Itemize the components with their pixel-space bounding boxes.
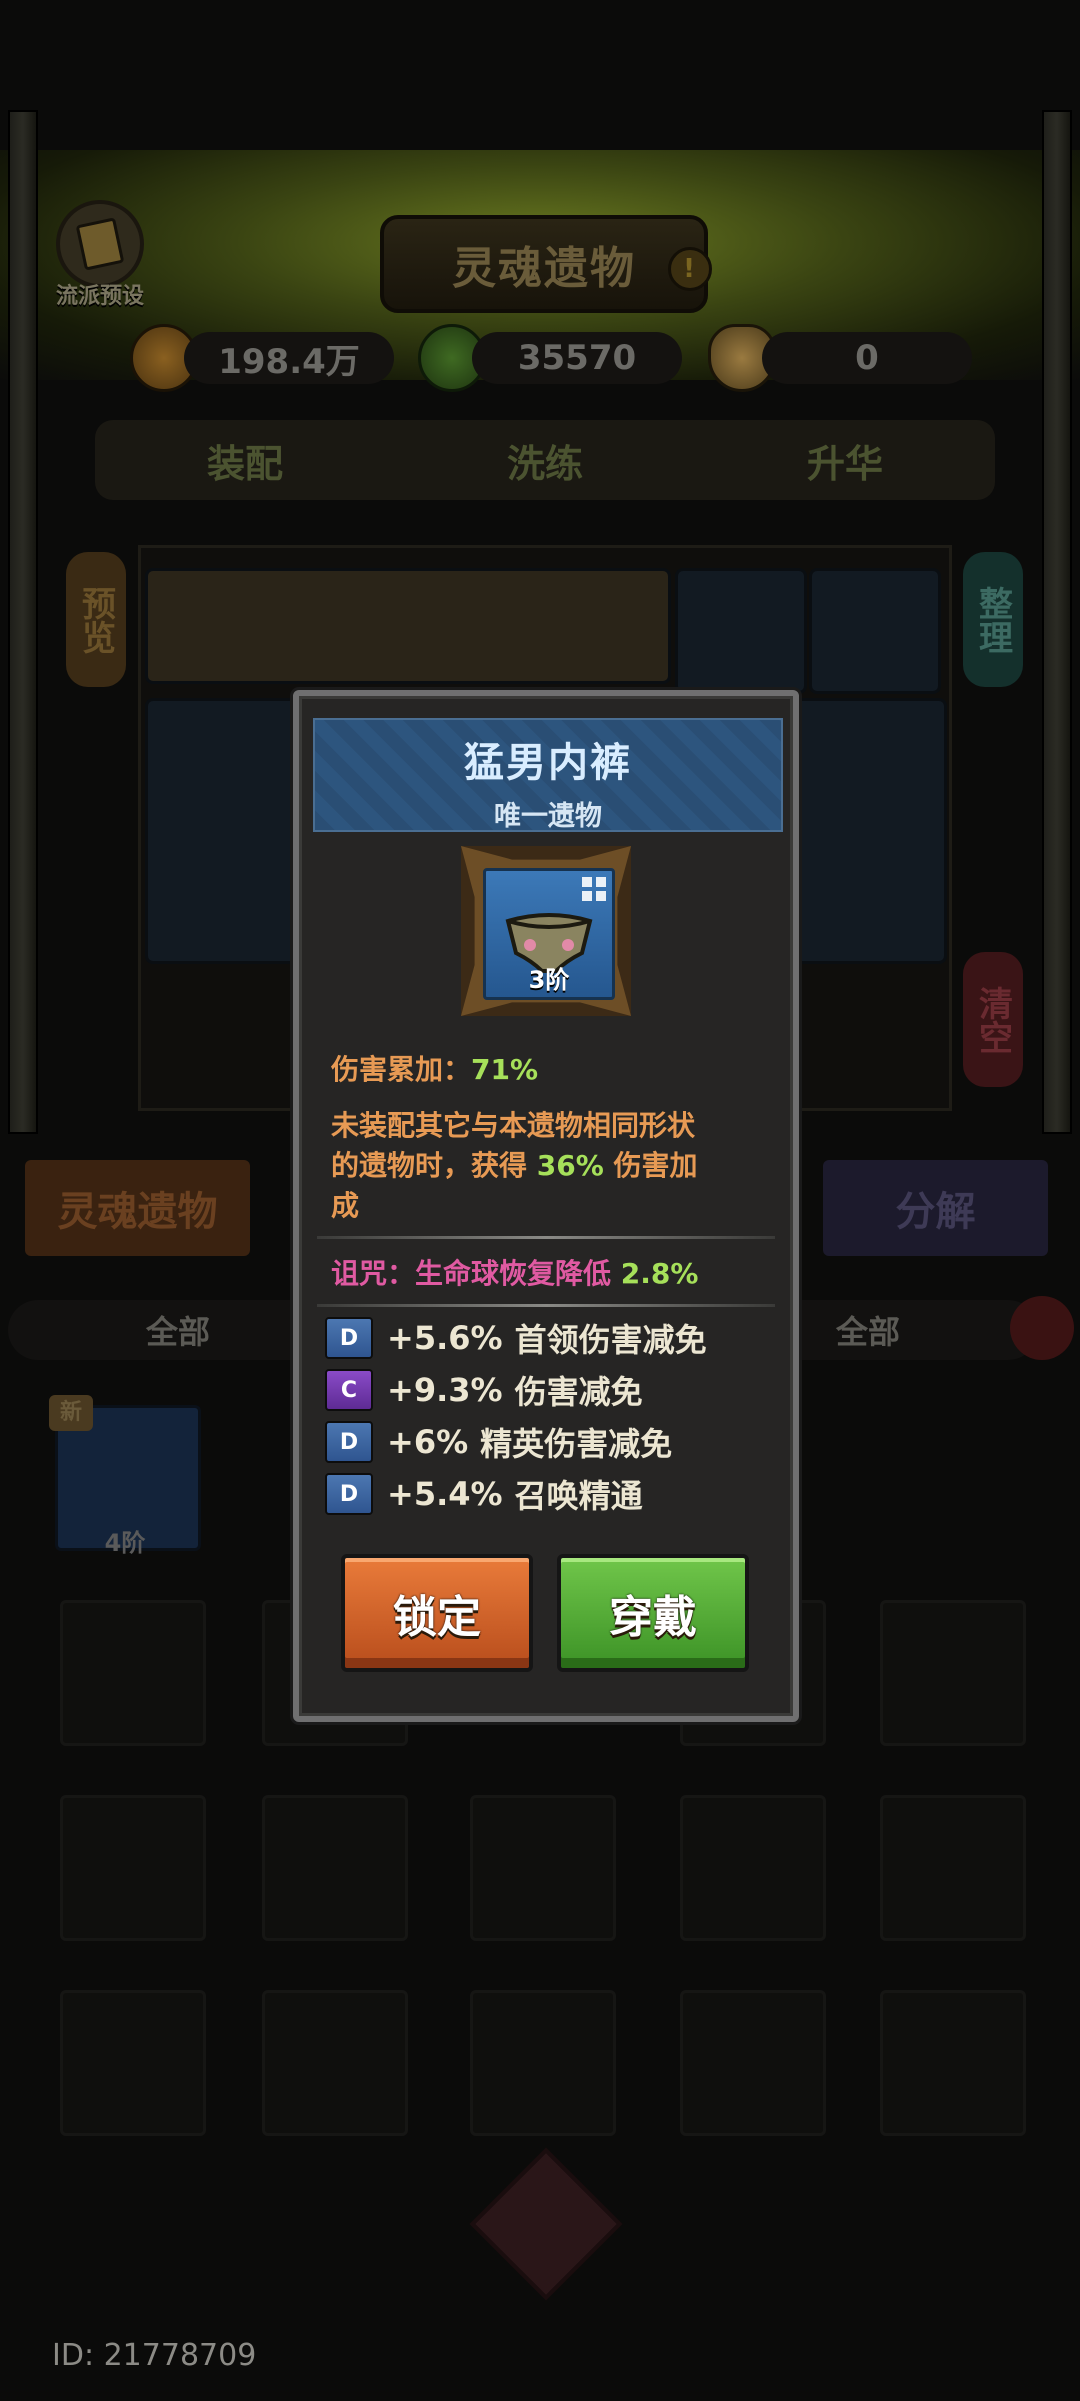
relic-tile: 3阶 bbox=[483, 868, 615, 1000]
divider bbox=[317, 1304, 775, 1307]
grade-badge: D bbox=[325, 1317, 373, 1359]
grade-badge: D bbox=[325, 1473, 373, 1515]
attribute-name: 伤害减免 bbox=[514, 1373, 643, 1411]
effect-desc-line: 的遗物时，获得 36% 伤害加 bbox=[331, 1144, 698, 1184]
effect-desc-text: 的遗物时，获得 bbox=[331, 1149, 537, 1182]
curse-label: 诅咒：生命球恢复降低 bbox=[331, 1257, 621, 1290]
grade-badge: D bbox=[325, 1421, 373, 1463]
relic-rarity: 唯一遗物 bbox=[494, 801, 602, 832]
attribute-value: +5.6% bbox=[387, 1319, 503, 1357]
equip-button[interactable]: 穿戴 bbox=[557, 1554, 749, 1672]
popup-header: 猛男内裤 唯一遗物 bbox=[313, 718, 783, 832]
effect-desc-text: 伤害加 bbox=[603, 1149, 698, 1182]
attribute-name: 首领伤害减免 bbox=[514, 1321, 707, 1359]
damage-stack-line: 伤害累加：71% bbox=[331, 1048, 538, 1088]
relic-name: 猛男内裤 bbox=[464, 740, 632, 786]
attribute-name: 召唤精通 bbox=[514, 1477, 643, 1515]
effect-desc-line: 未装配其它与本遗物相同形状 bbox=[331, 1109, 696, 1142]
attribute-name: 精英伤害减免 bbox=[480, 1425, 673, 1463]
divider bbox=[317, 1236, 775, 1239]
damage-stack-value: 71% bbox=[471, 1053, 539, 1086]
effect-desc-line: 成 bbox=[331, 1189, 360, 1222]
lock-button[interactable]: 锁定 bbox=[341, 1554, 533, 1672]
attribute-row: C +9.3% 伤害减免 bbox=[325, 1369, 643, 1411]
attribute-value: +6% bbox=[387, 1423, 469, 1461]
attribute-row: D +5.6% 首领伤害减免 bbox=[325, 1317, 707, 1359]
grade-badge: C bbox=[325, 1369, 373, 1411]
attribute-value: +9.3% bbox=[387, 1371, 503, 1409]
effect-desc-value: 36% bbox=[536, 1149, 604, 1182]
relic-icon-frame: 3阶 bbox=[461, 846, 631, 1016]
attribute-row: D +6% 精英伤害减免 bbox=[325, 1421, 673, 1463]
relic-detail-popup: 猛男内裤 唯一遗物 3阶 伤害累加：71% 未装配其它与本遗物相同形状 的遗物时… bbox=[293, 690, 799, 1722]
attribute-value: +5.4% bbox=[387, 1475, 503, 1513]
attribute-row: D +5.4% 召唤精通 bbox=[325, 1473, 643, 1515]
relic-tier: 3阶 bbox=[528, 966, 570, 994]
curse-value: 2.8% bbox=[620, 1257, 699, 1290]
shape-grid-icon bbox=[582, 877, 606, 901]
curse-line: 诅咒：生命球恢复降低 2.8% bbox=[331, 1252, 698, 1292]
damage-stack-label: 伤害累加： bbox=[331, 1053, 472, 1086]
